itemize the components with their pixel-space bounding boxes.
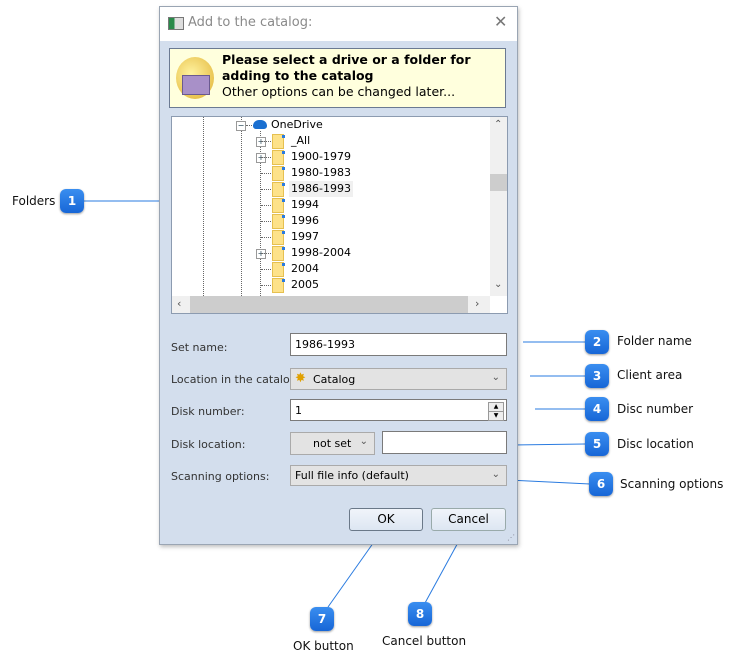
folder-icon xyxy=(272,198,285,213)
chevron-down-icon: ⌄ xyxy=(359,436,368,447)
folder-icon xyxy=(272,150,285,165)
callout-label-7: OK button xyxy=(293,639,354,653)
callout-badge-5: 5 xyxy=(585,432,609,456)
callout-label-1: Folders xyxy=(12,194,56,208)
scroll-thumb xyxy=(490,174,507,191)
decrement-icon[interactable]: ▼ xyxy=(488,411,504,421)
folder-icon xyxy=(272,230,285,245)
folder-icon xyxy=(272,246,285,261)
tree-item[interactable]: 1994 xyxy=(289,197,321,213)
disk-number-value: 1 xyxy=(295,404,302,417)
callout-badge-6: 6 xyxy=(589,472,613,496)
close-icon[interactable]: ✕ xyxy=(494,12,507,31)
expand-icon[interactable]: + xyxy=(256,137,266,147)
app-icon xyxy=(168,17,184,30)
scroll-right-icon: › xyxy=(475,297,480,310)
folder-icon xyxy=(272,262,285,277)
callout-label-4: Disc number xyxy=(617,402,694,416)
expand-icon[interactable]: + xyxy=(256,153,266,163)
horizontal-scrollbar[interactable]: ‹ › xyxy=(172,296,490,313)
tree-item[interactable]: 1998-2004 xyxy=(289,245,353,261)
disk-number-stepper[interactable]: 1 ▲ ▼ xyxy=(290,399,507,421)
catalog-box-icon xyxy=(176,57,214,99)
scroll-down-icon: ⌄ xyxy=(494,279,503,290)
set-name-input[interactable]: 1986-1993 xyxy=(290,333,507,356)
callout-label-2: Folder name xyxy=(617,334,692,348)
disk-location-combo[interactable]: not set ⌄ xyxy=(290,432,375,455)
tree-item[interactable]: 1997 xyxy=(289,229,321,245)
tree-item[interactable]: 1986-1993 xyxy=(289,181,353,197)
disk-location-input[interactable] xyxy=(382,431,507,454)
callout-badge-7: 7 xyxy=(310,607,334,631)
expand-icon[interactable]: + xyxy=(256,249,266,259)
onedrive-cloud-icon xyxy=(253,120,267,129)
dialog-title: Add to the catalog: xyxy=(188,15,313,30)
callout-label-8: Cancel button xyxy=(382,634,467,648)
tree-item[interactable]: 2005 xyxy=(289,277,321,293)
disk-location-label: Disk location: xyxy=(171,438,246,451)
tree-root-onedrive[interactable]: OneDrive xyxy=(271,117,323,133)
callout-label-3: Client area xyxy=(617,368,683,382)
collapse-icon[interactable]: − xyxy=(236,121,246,131)
tree-item[interactable]: 1900-1979 xyxy=(289,149,353,165)
chevron-down-icon: ⌄ xyxy=(491,372,500,383)
callout-label-5: Disc location xyxy=(617,437,694,451)
tree-item[interactable]: 1980-1983 xyxy=(289,165,353,181)
folder-icon xyxy=(272,214,285,229)
folder-icon xyxy=(272,182,285,197)
callout-label-6: Scanning options xyxy=(620,477,724,491)
callout-badge-3: 3 xyxy=(585,364,609,388)
scroll-up-icon: ⌃ xyxy=(494,119,503,130)
folder-tree[interactable]: − OneDrive ⌃ ⌄ ‹ › + _All +1900-1979 1980-1… xyxy=(171,116,508,314)
tree-item[interactable]: 1996 xyxy=(289,213,321,229)
resize-grip-icon[interactable]: ⋰ xyxy=(507,533,515,542)
callout-badge-1: 1 xyxy=(60,189,84,213)
vertical-scrollbar[interactable]: ⌃ ⌄ xyxy=(490,117,507,296)
tree-item[interactable]: 2004 xyxy=(289,261,321,277)
folder-icon xyxy=(272,134,285,149)
location-combo[interactable]: ✸ Catalog ⌄ xyxy=(290,368,507,390)
set-name-label: Set name: xyxy=(171,341,228,354)
disk-number-label: Disk number: xyxy=(171,405,245,418)
folder-icon xyxy=(272,278,285,293)
tree-item[interactable]: _All xyxy=(289,133,312,149)
ok-button[interactable]: OK xyxy=(349,508,423,531)
callout-badge-2: 2 xyxy=(585,330,609,354)
callout-badge-8: 8 xyxy=(408,602,432,626)
location-label: Location in the catalog: xyxy=(171,373,301,386)
scanning-options-label: Scanning options: xyxy=(171,470,270,483)
scanning-value: Full file info (default) xyxy=(295,469,409,482)
instruction-banner: Please select a drive or a folder for ad… xyxy=(169,48,506,108)
banner-subtext: Other options can be changed later... xyxy=(222,84,456,99)
title-bar: Add to the catalog: ✕ xyxy=(160,7,517,41)
chevron-down-icon: ⌄ xyxy=(491,469,500,480)
callout-badge-4: 4 xyxy=(585,397,609,421)
location-value: Catalog xyxy=(313,373,356,386)
cancel-button[interactable]: Cancel xyxy=(431,508,506,531)
add-to-catalog-dialog: Add to the catalog: ✕ Please select a dr… xyxy=(159,6,518,545)
folder-icon xyxy=(272,166,285,181)
disk-location-value: not set xyxy=(313,437,352,450)
scanning-options-combo[interactable]: Full file info (default) ⌄ xyxy=(290,465,507,486)
scroll-left-icon: ‹ xyxy=(177,297,182,310)
scroll-thumb xyxy=(190,296,468,313)
catalog-star-icon: ✸ xyxy=(295,371,306,386)
banner-heading: Please select a drive or a folder for ad… xyxy=(222,52,471,83)
